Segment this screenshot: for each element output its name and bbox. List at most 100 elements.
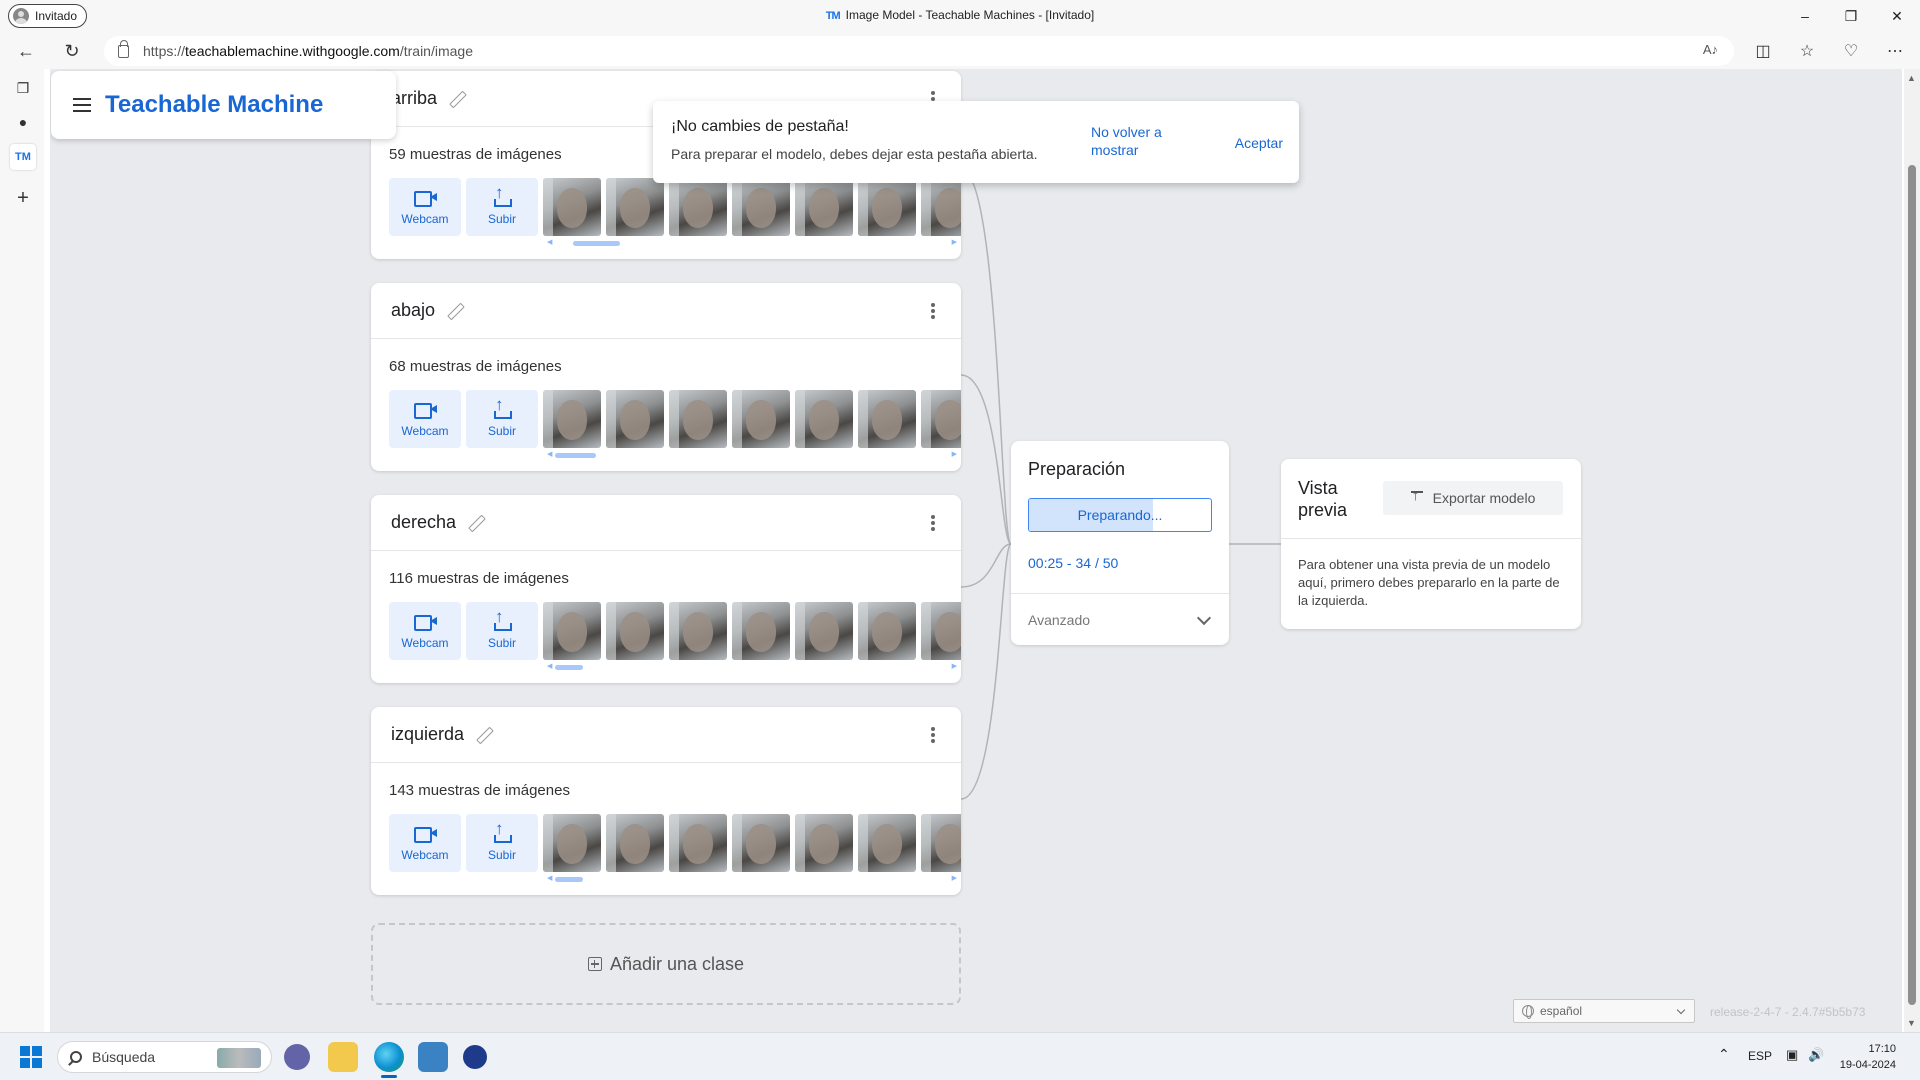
sample-thumbnail[interactable] <box>921 178 961 236</box>
thumbnail-scrollbar[interactable]: ◀ ▶ <box>547 238 957 246</box>
edge-icon[interactable] <box>374 1042 404 1072</box>
more-vert-icon[interactable] <box>931 727 935 743</box>
back-icon[interactable]: ← <box>12 37 40 65</box>
favorites-icon[interactable]: ☆ <box>1795 39 1819 63</box>
app-icon[interactable] <box>418 1042 448 1072</box>
sample-thumbnail[interactable] <box>669 602 727 660</box>
restore-icon[interactable]: ❐ <box>1828 0 1874 32</box>
toast-dont-show-again-button[interactable]: No volver a mostrar <box>1091 123 1191 159</box>
scroll-left-icon[interactable]: ◀ <box>547 238 552 246</box>
network-icon[interactable]: ▣ <box>1786 1047 1798 1063</box>
sample-thumbnail[interactable] <box>858 390 916 448</box>
class-name[interactable]: izquierda <box>391 724 464 745</box>
sample-thumbnail[interactable] <box>858 178 916 236</box>
sample-thumbnail[interactable] <box>669 178 727 236</box>
edit-pencil-icon[interactable] <box>476 727 492 743</box>
thumbnail-scroll-thumb[interactable] <box>555 877 583 882</box>
scroll-left-icon[interactable]: ◀ <box>547 662 552 670</box>
sample-thumbnail[interactable] <box>732 602 790 660</box>
teachable-machine-tab[interactable]: TM <box>10 144 36 170</box>
export-model-button[interactable]: Exportar modelo <box>1383 481 1563 515</box>
upload-button[interactable]: Subir <box>466 602 538 660</box>
sample-thumbnail[interactable] <box>606 178 664 236</box>
add-class-button[interactable]: Añadir una clase <box>371 923 961 1005</box>
page-scrollbar[interactable]: ▲ ▼ <box>1904 69 1920 1032</box>
taskbar-search[interactable]: Búsqueda <box>57 1041 272 1073</box>
browser-essentials-icon[interactable]: ♡ <box>1839 39 1863 63</box>
close-icon[interactable]: ✕ <box>1874 0 1920 32</box>
scroll-left-icon[interactable]: ◀ <box>547 450 552 458</box>
split-screen-icon[interactable]: ◫ <box>1751 39 1775 63</box>
class-name[interactable]: abajo <box>391 300 435 321</box>
sample-thumbnail[interactable] <box>669 390 727 448</box>
read-aloud-icon[interactable]: A♪ <box>1703 42 1718 57</box>
sample-thumbnail[interactable] <box>669 814 727 872</box>
thumbnail-scrollbar[interactable]: ◀ ▶ <box>547 450 957 458</box>
scroll-up-icon[interactable]: ▲ <box>1907 73 1916 83</box>
address-bar[interactable]: https://teachablemachine.withgoogle.com /… <box>104 36 1734 66</box>
more-vert-icon[interactable] <box>931 515 935 531</box>
edit-pencil-icon[interactable] <box>468 515 484 531</box>
teams-icon[interactable] <box>284 1044 310 1070</box>
sample-thumbnail[interactable] <box>543 602 601 660</box>
github-tab-icon[interactable]: ● <box>10 109 36 135</box>
upload-button[interactable]: Subir <box>466 390 538 448</box>
media-player-icon[interactable] <box>463 1045 487 1069</box>
sample-thumbnail[interactable] <box>732 178 790 236</box>
thumbnail-scroll-thumb[interactable] <box>555 665 583 670</box>
thumbnail-scrollbar[interactable]: ◀ ▶ <box>547 874 957 882</box>
edit-pencil-icon[interactable] <box>449 91 465 107</box>
webcam-button[interactable]: Webcam <box>389 178 461 236</box>
sample-thumbnail[interactable] <box>858 814 916 872</box>
sample-thumbnail[interactable] <box>732 390 790 448</box>
sample-thumbnail[interactable] <box>606 602 664 660</box>
refresh-icon[interactable]: ↻ <box>58 37 86 65</box>
sample-thumbnail[interactable] <box>795 390 853 448</box>
toast-accept-button[interactable]: Aceptar <box>1235 135 1283 151</box>
clock[interactable]: 17:10 19-04-2024 <box>1840 1041 1896 1073</box>
sample-thumbnail[interactable] <box>606 814 664 872</box>
thumbnail-scroll-thumb[interactable] <box>572 241 621 246</box>
thumbnail-scroll-thumb[interactable] <box>555 453 597 458</box>
brand-title[interactable]: Teachable Machine <box>105 91 323 119</box>
scroll-right-icon[interactable]: ▶ <box>952 874 957 882</box>
sample-thumbnail[interactable] <box>543 390 601 448</box>
tray-chevron-up-icon[interactable]: ⌃ <box>1718 1046 1730 1063</box>
webcam-button[interactable]: Webcam <box>389 390 461 448</box>
train-model-button[interactable]: Preparando... <box>1028 498 1212 532</box>
upload-button[interactable]: Subir <box>466 814 538 872</box>
sample-thumbnail[interactable] <box>543 814 601 872</box>
hamburger-menu-icon[interactable] <box>73 98 91 112</box>
thumbnail-scrollbar[interactable]: ◀ ▶ <box>547 662 957 670</box>
language-select[interactable]: español <box>1513 999 1695 1023</box>
windows-start-icon[interactable] <box>20 1046 42 1068</box>
minimize-icon[interactable]: – <box>1782 0 1828 32</box>
scroll-right-icon[interactable]: ▶ <box>952 238 957 246</box>
advanced-toggle[interactable]: Avanzado <box>1011 593 1229 645</box>
class-name[interactable]: derecha <box>391 512 456 533</box>
class-name[interactable]: arriba <box>391 88 437 109</box>
language-indicator[interactable]: ESP <box>1748 1049 1772 1063</box>
sample-thumbnail[interactable] <box>732 814 790 872</box>
sample-thumbnail[interactable] <box>921 814 961 872</box>
sample-thumbnail[interactable] <box>543 178 601 236</box>
sample-thumbnail[interactable] <box>921 390 961 448</box>
sample-thumbnail[interactable] <box>858 602 916 660</box>
lock-icon[interactable] <box>118 39 129 58</box>
sample-thumbnail[interactable] <box>921 602 961 660</box>
file-explorer-icon[interactable] <box>328 1042 358 1072</box>
scroll-right-icon[interactable]: ▶ <box>952 450 957 458</box>
edit-pencil-icon[interactable] <box>447 303 463 319</box>
sample-thumbnail[interactable] <box>795 602 853 660</box>
sample-thumbnail[interactable] <box>606 390 664 448</box>
scroll-left-icon[interactable]: ◀ <box>547 874 552 882</box>
scroll-down-icon[interactable]: ▼ <box>1907 1018 1916 1028</box>
upload-button[interactable]: Subir <box>466 178 538 236</box>
scrollbar-thumb[interactable] <box>1908 165 1916 1005</box>
more-vert-icon[interactable] <box>931 303 935 319</box>
sample-thumbnail[interactable] <box>795 814 853 872</box>
sample-thumbnail[interactable] <box>795 178 853 236</box>
volume-icon[interactable]: 🔊 <box>1808 1047 1824 1063</box>
new-tab-icon[interactable]: + <box>10 185 36 211</box>
webcam-button[interactable]: Webcam <box>389 814 461 872</box>
